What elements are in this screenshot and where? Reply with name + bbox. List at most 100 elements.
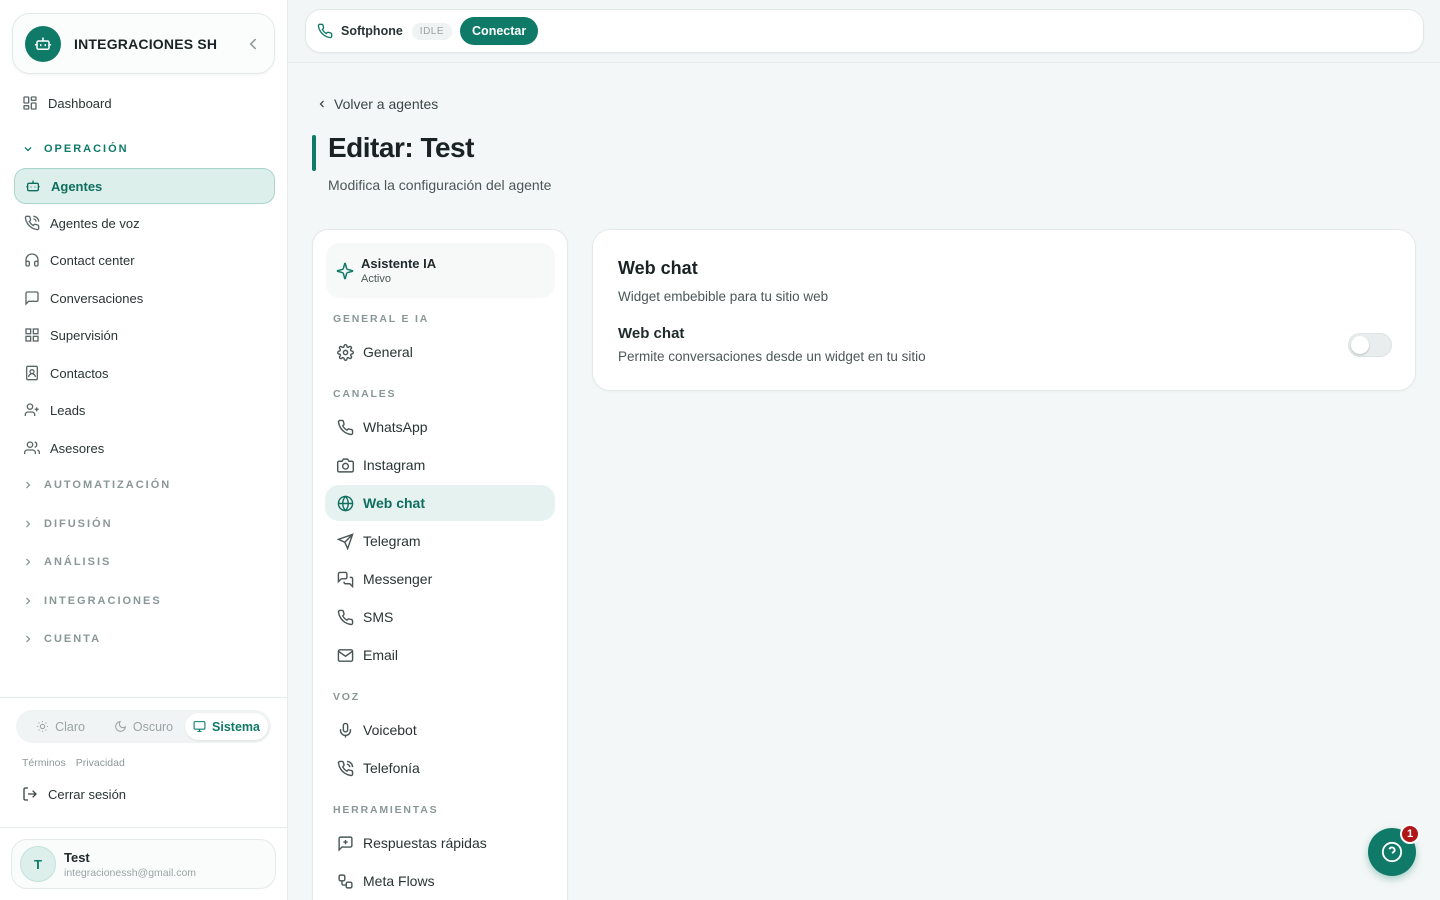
theme-label: Claro: [55, 719, 85, 734]
settings-item-meta-flows[interactable]: Meta Flows: [325, 863, 555, 899]
settings-item-voicebot[interactable]: Voicebot: [325, 712, 555, 748]
settings-item-label: Respuestas rápidas: [363, 835, 487, 851]
gear-icon: [337, 343, 354, 361]
settings-item-messenger[interactable]: Messenger: [325, 561, 555, 597]
theme-option-dark[interactable]: Oscuro: [102, 713, 185, 740]
user-plus-icon: [24, 402, 40, 418]
settings-item-telegram[interactable]: Telegram: [325, 523, 555, 559]
sidebar-item-agentes[interactable]: Agentes: [14, 168, 275, 204]
user-profile-card[interactable]: T Test integracionessh@gmail.com: [11, 839, 276, 889]
section-cuenta[interactable]: CUENTA: [22, 633, 101, 645]
moon-icon: [114, 720, 126, 732]
sidebar-item-label: Conversaciones: [50, 290, 144, 306]
grid-icon: [24, 327, 40, 343]
settings-item-label: Voicebot: [363, 722, 417, 738]
sidebar-item-label: Contactos: [50, 365, 109, 381]
section-operacion[interactable]: OPERACIÓN: [22, 143, 129, 155]
section-label: INTEGRACIONES: [44, 595, 162, 607]
settings-item-label: General: [363, 344, 413, 360]
settings-item-whatsapp[interactable]: WhatsApp: [325, 409, 555, 445]
nav-section-canales: CANALES: [333, 388, 397, 400]
panel-title: Web chat: [618, 258, 698, 278]
brand-card: INTEGRACIONES SH: [12, 13, 275, 74]
sidebar-item-contactos[interactable]: Contactos: [14, 355, 275, 391]
theme-option-light[interactable]: Claro: [19, 713, 102, 740]
brand-name: INTEGRACIONES SH: [74, 35, 218, 52]
messages-icon: [337, 571, 354, 588]
agent-name: Asistente IA: [361, 256, 437, 271]
chevron-right-icon: [22, 479, 34, 491]
legal-links: Términos Privacidad: [22, 757, 125, 769]
sparkles-icon: [336, 262, 354, 279]
settings-item-label: Meta Flows: [363, 873, 435, 889]
connect-button[interactable]: Conectar: [460, 17, 539, 45]
collapse-sidebar-chevron-left-icon[interactable]: [244, 35, 262, 53]
help-circle-icon: [1381, 841, 1403, 863]
section-label: DIFUSIÓN: [44, 518, 113, 530]
avatar: T: [20, 846, 56, 882]
message-plus-icon: [338, 835, 353, 852]
monitor-icon: [193, 721, 206, 732]
phone-icon: [337, 609, 354, 625]
nav-section-voz: VOZ: [333, 691, 360, 703]
settings-item-label: Messenger: [363, 571, 433, 587]
section-label: ANÁLISIS: [44, 556, 112, 568]
settings-item-email[interactable]: Email: [325, 637, 555, 673]
webchat-toggle[interactable]: [1348, 333, 1392, 357]
section-analisis[interactable]: ANÁLISIS: [22, 556, 111, 568]
settings-item-label: SMS: [363, 609, 394, 625]
sidebar-item-label: Leads: [50, 402, 86, 418]
status-badge: IDLE: [411, 22, 453, 40]
toggle-knob: [1351, 336, 1369, 354]
terms-link[interactable]: Términos: [22, 757, 66, 769]
contact-book-icon: [24, 365, 40, 381]
privacy-link[interactable]: Privacidad: [76, 757, 125, 769]
theme-option-system[interactable]: Sistema: [185, 713, 268, 740]
chevron-left-icon: [319, 100, 324, 108]
settings-item-label: Telefonía: [363, 760, 420, 776]
section-automatizacion[interactable]: AUTOMATIZACIÓN: [22, 479, 171, 491]
settings-item-label: Telegram: [363, 533, 421, 549]
sidebar-item-leads[interactable]: Leads: [14, 392, 275, 428]
back-to-agents-link[interactable]: Volver a agentes: [316, 96, 438, 112]
nav-section-herramientas: HERRAMIENTAS: [333, 804, 439, 816]
sun-icon: [37, 721, 48, 732]
sidebar-item-agentes-de-voz[interactable]: Agentes de voz: [14, 205, 275, 241]
divider: [0, 697, 287, 698]
settings-item-label: Web chat: [363, 495, 425, 511]
chevron-right-icon: [22, 518, 34, 530]
sidebar-item-dashboard[interactable]: Dashboard: [14, 85, 275, 121]
sidebar-item-conversaciones[interactable]: Conversaciones: [14, 280, 275, 316]
headphones-icon: [24, 252, 40, 268]
mail-icon: [337, 648, 354, 662]
sidebar-item-contact-center[interactable]: Contact center: [14, 242, 275, 278]
camera-icon: [337, 457, 354, 473]
settings-item-general[interactable]: General: [325, 334, 555, 370]
logout-button[interactable]: Cerrar sesión: [22, 786, 126, 802]
sidebar-item-supervision[interactable]: Supervisión: [14, 317, 275, 353]
settings-item-instagram[interactable]: Instagram: [325, 447, 555, 483]
settings-item-sms[interactable]: SMS: [325, 599, 555, 635]
chevron-right-icon: [22, 556, 34, 568]
sidebar-item-asesores[interactable]: Asesores: [14, 430, 275, 466]
settings-item-label: WhatsApp: [363, 419, 428, 435]
notification-badge: 1: [1400, 824, 1420, 844]
settings-item-label: Instagram: [363, 457, 426, 473]
title-accent-bar: [312, 135, 316, 171]
chevron-right-icon: [22, 633, 34, 645]
sidebar: INTEGRACIONES SH Dashboard OPERACIÓN Age…: [0, 0, 288, 900]
logout-label: Cerrar sesión: [48, 786, 127, 802]
section-difusion[interactable]: DIFUSIÓN: [22, 518, 113, 530]
layout-grid-icon: [22, 95, 38, 111]
phone-call-icon: [337, 760, 354, 776]
section-label: CUENTA: [44, 633, 102, 645]
settings-item-telefonia[interactable]: Telefonía: [325, 750, 555, 786]
user-email: integracionessh@gmail.com: [64, 866, 197, 879]
page-subtitle: Modifica la configuración del agente: [328, 177, 552, 193]
section-integraciones[interactable]: INTEGRACIONES: [22, 595, 162, 607]
log-out-icon: [23, 787, 37, 801]
sidebar-item-label: Agentes de voz: [50, 215, 140, 231]
workflow-icon: [338, 873, 353, 889]
settings-item-respuestas-rapidas[interactable]: Respuestas rápidas: [325, 825, 555, 861]
settings-item-webchat[interactable]: Web chat: [325, 485, 555, 521]
